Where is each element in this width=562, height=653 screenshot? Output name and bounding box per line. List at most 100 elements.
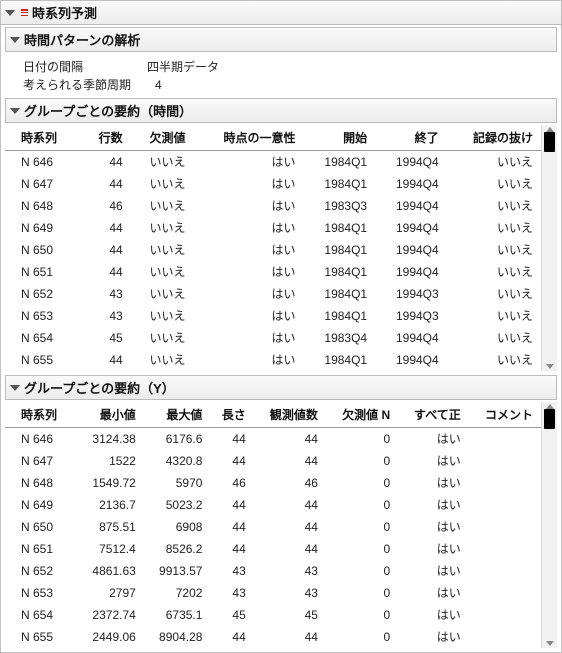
kv-row: 日付の間隔 四半期データ [23, 58, 551, 76]
pattern-title: 時間パターンの解析 [24, 30, 140, 49]
scroll-down-icon[interactable] [546, 364, 554, 369]
table-cell: はい [194, 261, 304, 283]
scrollbar[interactable] [541, 402, 557, 648]
table-row[interactable]: N 6463124.386176.644440はい [5, 428, 541, 451]
table-row[interactable]: N 65243いいえはい1984Q11994Q3いいえ [5, 283, 541, 305]
table-cell: 1994Q4 [375, 349, 447, 371]
table-row[interactable]: N 65044いいえはい1984Q11994Q4いいえ [5, 239, 541, 261]
column-header: 最大値 [144, 402, 211, 428]
column-header: 時系列 [5, 125, 84, 151]
disclosure-down-icon[interactable] [10, 108, 20, 114]
table-cell: 44 [254, 626, 326, 648]
table-cell: いいえ [447, 349, 541, 371]
table-row[interactable]: N 650875.51690844440はい [5, 516, 541, 538]
pattern-header[interactable]: 時間パターンの解析 [5, 27, 557, 52]
table-cell: N 653 [5, 305, 84, 327]
disclosure-down-icon[interactable] [5, 10, 15, 16]
table-cell: 44 [210, 494, 253, 516]
table-cell: はい [398, 472, 469, 494]
summary-y-header[interactable]: グループごとの要約（Y） [5, 375, 557, 400]
table-cell: いいえ [131, 261, 194, 283]
disclosure-down-icon[interactable] [10, 37, 20, 43]
table-cell: 1994Q4 [375, 217, 447, 239]
scroll-thumb[interactable] [544, 409, 555, 429]
table-cell: N 647 [5, 450, 77, 472]
table-cell: 45 [254, 604, 326, 626]
menu-icon[interactable] [21, 9, 28, 16]
table-cell: 1984Q1 [304, 173, 376, 195]
column-header: すべて正 [398, 402, 469, 428]
table-cell: 44 [84, 261, 131, 283]
table-cell: いいえ [447, 261, 541, 283]
table-row[interactable]: N 65544いいえはい1984Q11994Q4いいえ [5, 349, 541, 371]
table-cell: いいえ [131, 305, 194, 327]
table-row[interactable]: N 64744いいえはい1984Q11994Q4いいえ [5, 173, 541, 195]
table-cell [469, 428, 541, 451]
table-cell: 0 [326, 582, 398, 604]
table-cell: 44 [254, 538, 326, 560]
table-cell: いいえ [131, 217, 194, 239]
table-cell: N 655 [5, 626, 77, 648]
table-row[interactable]: N 6517512.48526.244440はい [5, 538, 541, 560]
table-cell: 1994Q4 [375, 151, 447, 174]
table-cell: 0 [326, 626, 398, 648]
table-cell: N 651 [5, 261, 84, 283]
table-cell: 44 [84, 239, 131, 261]
table-cell: いいえ [447, 173, 541, 195]
table-cell: はい [194, 239, 304, 261]
main-header[interactable]: 時系列予測 [1, 1, 561, 25]
table-cell: 2797 [77, 582, 144, 604]
disclosure-down-icon[interactable] [10, 385, 20, 391]
column-header: 欠測値 [131, 125, 194, 151]
table-cell: 45 [210, 604, 253, 626]
table-cell: 44 [254, 494, 326, 516]
scroll-down-icon[interactable] [546, 641, 554, 646]
table-row[interactable]: N 6552449.068904.2844440はい [5, 626, 541, 648]
table-cell: 46 [84, 195, 131, 217]
table-row[interactable]: N 6481549.72597046460はい [5, 472, 541, 494]
scrollbar[interactable] [541, 125, 557, 371]
table-cell: いいえ [447, 283, 541, 305]
table-cell: 7202 [144, 582, 211, 604]
table-cell: 1994Q4 [375, 195, 447, 217]
table-row[interactable]: N 64944いいえはい1984Q11994Q4いいえ [5, 217, 541, 239]
table-cell: 6176.6 [144, 428, 211, 451]
scroll-thumb[interactable] [544, 132, 555, 152]
table-row[interactable]: N 64644いいえはい1984Q11994Q4いいえ [5, 151, 541, 174]
table-cell: いいえ [447, 239, 541, 261]
table-row[interactable]: N 6492136.75023.244440はい [5, 494, 541, 516]
summary-time-header[interactable]: グループごとの要約（時間） [5, 98, 557, 123]
scroll-track[interactable] [542, 409, 557, 641]
table-cell: 8904.28 [144, 626, 211, 648]
table-row[interactable]: N 65144いいえはい1984Q11994Q4いいえ [5, 261, 541, 283]
table-cell: 4320.8 [144, 450, 211, 472]
table-cell: 0 [326, 494, 398, 516]
table-row[interactable]: N 64715224320.844440はい [5, 450, 541, 472]
table-cell: 0 [326, 428, 398, 451]
table-cell: 44 [84, 151, 131, 174]
column-header: 記録の抜け [447, 125, 541, 151]
table-cell: N 654 [5, 327, 84, 349]
table-cell: 45 [84, 327, 131, 349]
kv-key: 考えられる季節周期 [23, 76, 131, 94]
table-cell: 44 [210, 428, 253, 451]
table-cell: N 651 [5, 538, 77, 560]
table-cell: 5023.2 [144, 494, 211, 516]
table-row[interactable]: N 65445いいえはい1983Q41994Q4いいえ [5, 327, 541, 349]
table-cell: N 650 [5, 516, 77, 538]
table-cell: はい [194, 349, 304, 371]
table-row[interactable]: N 6542372.746735.145450はい [5, 604, 541, 626]
table-cell: 2449.06 [77, 626, 144, 648]
table-cell: 5970 [144, 472, 211, 494]
table-cell: N 648 [5, 195, 84, 217]
table-row[interactable]: N 6532797720243430はい [5, 582, 541, 604]
table-cell: はい [194, 195, 304, 217]
table-row[interactable]: N 64846いいえはい1983Q31994Q4いいえ [5, 195, 541, 217]
scroll-track[interactable] [542, 132, 557, 364]
table-cell: 43 [84, 283, 131, 305]
table-cell: はい [398, 516, 469, 538]
table-row[interactable]: N 65343いいえはい1984Q11994Q3いいえ [5, 305, 541, 327]
summary-time-table: 時系列行数欠測値時点の一意性開始終了記録の抜け N 64644いいえはい1984… [5, 125, 541, 371]
table-cell: N 653 [5, 582, 77, 604]
table-cell: はい [194, 151, 304, 174]
